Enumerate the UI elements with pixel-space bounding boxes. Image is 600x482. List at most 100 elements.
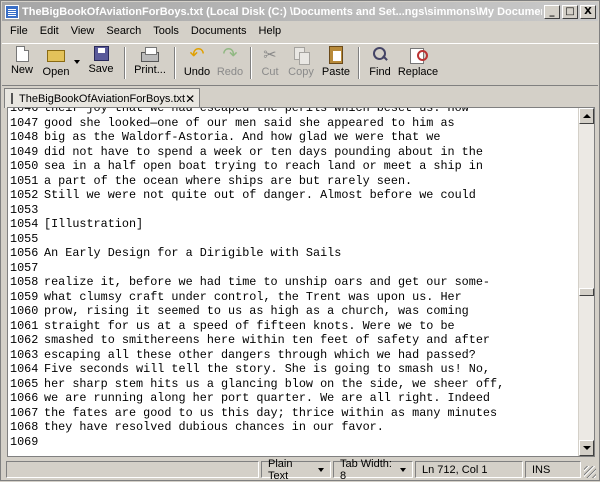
line-text[interactable]: An Early Design for a Dirigible with Sai… <box>40 246 341 261</box>
print-label: Print... <box>134 64 166 76</box>
editor-line[interactable]: 1046 their joy that we had escaped the pe… <box>8 108 578 116</box>
line-text[interactable]: realize it, before we had time to unship… <box>40 275 490 290</box>
scroll-up-icon[interactable] <box>579 108 594 124</box>
open-button[interactable]: Open <box>40 44 72 82</box>
line-number: 1063 <box>10 347 39 362</box>
print-button[interactable]: Print... <box>130 44 170 82</box>
menu-edit[interactable]: Edit <box>34 23 65 40</box>
syntax-dropdown[interactable]: Plain Text <box>261 458 331 482</box>
editor-line[interactable]: 1064 Five seconds will tell the story. Sh… <box>8 362 578 377</box>
editor-line[interactable]: 1048 big as the Waldorf-Astoria. And how … <box>8 130 578 145</box>
line-text[interactable]: they have resolved dubious chances in ou… <box>40 420 384 435</box>
open-recent-dropdown[interactable] <box>72 44 82 82</box>
editor-line[interactable]: 1054 [Illustration] <box>8 217 578 232</box>
menu-documents[interactable]: Documents <box>185 23 253 40</box>
replace-button[interactable]: Replace <box>396 44 440 82</box>
editor-line[interactable]: 1053 <box>8 203 578 218</box>
line-text[interactable]: Five seconds will tell the story. She is… <box>40 362 490 377</box>
line-text[interactable]: her sharp stem hits us a glancing blow o… <box>40 377 504 392</box>
replace-label: Replace <box>397 66 439 78</box>
tab-label: TheBigBookOfAviationForBoys.txt <box>19 92 186 105</box>
editor-line[interactable]: 1069 <box>8 435 578 450</box>
line-number: 1056 <box>10 246 39 260</box>
editor-line[interactable]: 1050 sea in a half open boat trying to re… <box>8 159 578 174</box>
menu-file[interactable]: File <box>4 23 34 40</box>
editor-line[interactable]: 1049 did not have to spend a week or ten … <box>8 145 578 160</box>
editor-line[interactable]: 1051 a part of the ocean where ships are … <box>8 174 578 189</box>
find-button[interactable]: Find <box>364 44 396 82</box>
scroll-thumb[interactable] <box>579 288 594 296</box>
menu-tools[interactable]: Tools <box>147 23 185 40</box>
line-text[interactable] <box>40 261 44 276</box>
editor-line[interactable]: 1061 straight for us at a speed of fiftee… <box>8 319 578 334</box>
menu-view[interactable]: View <box>65 23 101 40</box>
minimize-button[interactable]: _ <box>544 4 560 19</box>
menu-search[interactable]: Search <box>100 23 147 40</box>
editor-line[interactable]: 1063 escaping all these other dangers thr… <box>8 348 578 363</box>
line-text[interactable] <box>40 435 44 450</box>
copy-button[interactable]: Copy <box>284 44 318 82</box>
editor-line[interactable]: 1055 <box>8 232 578 247</box>
tab-width-dropdown[interactable]: Tab Width: 8 <box>333 458 413 482</box>
editor-line[interactable]: 1066 we are running along her port quarte… <box>8 391 578 406</box>
maximize-button[interactable]: □ <box>562 4 578 19</box>
editor-line[interactable]: 1056 An Early Design for a Dirigible with… <box>8 246 578 261</box>
editor-line[interactable]: 1065 her sharp stem hits us a glancing bl… <box>8 377 578 392</box>
editor-line[interactable]: 1068 they have resolved dubious chances i… <box>8 420 578 435</box>
menu-help[interactable]: Help <box>253 23 288 40</box>
editor-line[interactable]: 1059 what clumsy craft under control, the… <box>8 290 578 305</box>
line-text[interactable]: the fates are good to us this day; thric… <box>40 406 497 421</box>
line-text[interactable]: smashed to smithereens here within ten f… <box>40 333 490 348</box>
editor-line[interactable]: 1047 good she looked—one of our men said … <box>8 116 578 131</box>
editor-line[interactable]: 1058 realize it, before we had time to un… <box>8 275 578 290</box>
new-button[interactable]: New <box>4 44 40 82</box>
line-number: 1052 <box>10 188 39 202</box>
window-controls: _ □ X <box>542 4 596 19</box>
line-text[interactable]: we are running along her port quarter. W… <box>40 391 490 406</box>
paste-button[interactable]: Paste <box>318 44 354 82</box>
cut-button[interactable]: ✂ Cut <box>256 44 284 82</box>
insert-mode-label: INS <box>532 463 551 476</box>
resize-grip-icon[interactable] <box>584 466 596 478</box>
tab-close-icon[interactable]: ✕ <box>185 92 195 106</box>
editor-line[interactable]: 1052 Still we were not quite out of dange… <box>8 188 578 203</box>
line-text[interactable]: a part of the ocean where ships are but … <box>40 174 412 189</box>
line-text[interactable]: Still we were not quite out of danger. A… <box>40 188 476 203</box>
title-bar[interactable]: TheBigBookOfAviationForBoys.txt (Local D… <box>2 2 598 21</box>
editor-line[interactable]: 1060 prow, rising it seemed to us as high… <box>8 304 578 319</box>
magnifier-icon <box>371 46 389 64</box>
line-text[interactable] <box>40 232 44 247</box>
editor-line[interactable]: 1067 the fates are good to us this day; t… <box>8 406 578 421</box>
undo-button[interactable]: ↶ Undo <box>180 44 214 82</box>
line-text[interactable]: prow, rising it seemed to us as high as … <box>40 304 469 319</box>
open-folder-icon <box>47 50 65 62</box>
document-app-icon[interactable] <box>5 4 19 19</box>
line-text[interactable]: what clumsy craft under control, the Tre… <box>40 290 462 305</box>
editor-line[interactable]: 1057 <box>8 261 578 276</box>
line-text[interactable]: their joy that we had escaped the perils… <box>40 108 469 116</box>
line-text[interactable]: big as the Waldorf-Astoria. And how glad… <box>40 130 440 145</box>
tab-document[interactable]: TheBigBookOfAviationForBoys.txt ✕ <box>4 88 200 108</box>
line-text[interactable]: did not have to spend a week or ten days… <box>40 145 483 160</box>
line-text[interactable]: escaping all these other dangers through… <box>40 348 476 363</box>
close-button[interactable]: X <box>580 4 596 19</box>
scroll-down-icon[interactable] <box>579 440 594 456</box>
editor-lines: 1046 their joy that we had escaped the pe… <box>8 108 578 450</box>
line-text[interactable]: straight for us at a speed of fifteen kn… <box>40 319 455 334</box>
vertical-scrollbar[interactable] <box>578 108 594 456</box>
line-text[interactable]: sea in a half open boat trying to reach … <box>40 159 483 174</box>
cut-label: Cut <box>261 66 279 78</box>
cursor-position-label: Ln 712, Col 1 <box>422 463 488 476</box>
open-label: Open <box>42 66 70 78</box>
undo-label: Undo <box>183 66 211 78</box>
redo-button[interactable]: ↷ Redo <box>214 44 246 82</box>
save-button[interactable]: Save <box>82 44 120 82</box>
line-text[interactable]: good she looked—one of our men said she … <box>40 116 455 131</box>
line-number: 1051 <box>10 173 39 188</box>
line-text[interactable]: [Illustration] <box>40 217 143 232</box>
line-number: 1066 <box>10 391 39 405</box>
editor-line[interactable]: 1062 smashed to smithereens here within t… <box>8 333 578 348</box>
line-text[interactable] <box>40 203 44 218</box>
text-editor[interactable]: 1046 their joy that we had escaped the pe… <box>7 107 595 457</box>
line-number: 1053 <box>10 202 39 217</box>
